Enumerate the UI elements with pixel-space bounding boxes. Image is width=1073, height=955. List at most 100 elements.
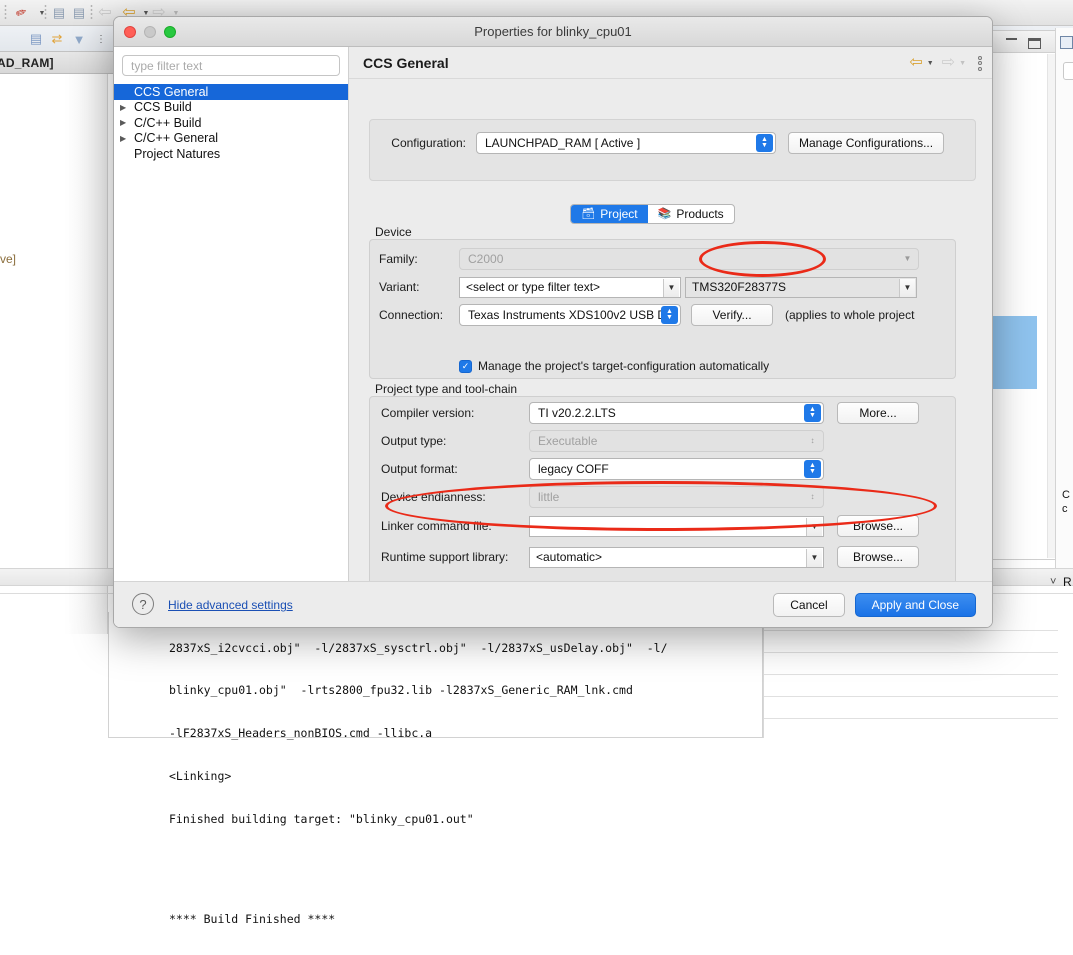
output-format-value: legacy COFF [538,462,609,476]
runtime-browse-button[interactable]: Browse... [837,546,919,568]
tab-products[interactable]: 📚 Products [648,205,734,223]
connection-select[interactable]: Texas Instruments XDS100v2 USB De ▲ ▼ [459,304,681,326]
tree-item-project-natures[interactable]: ▶ Project Natures [114,146,348,162]
close-window-button[interactable] [124,26,136,38]
chevron-down-icon[interactable]: ▼ [663,278,679,297]
ide-far-right-field[interactable] [1063,62,1073,80]
variant-filter-value: <select or type filter text> [466,280,601,294]
compiler-version-value: TI v20.2.2.LTS [538,406,616,420]
minimize-window-button[interactable] [144,26,156,38]
filter-input[interactable]: type filter text [122,55,340,76]
maximize-view-icon[interactable] [1028,38,1041,49]
device-group-title: Device [375,225,412,239]
chevron-updown-icon[interactable]: ▲ ▼ [804,460,821,478]
ide-view-tab-label: AD_RAM] [0,55,54,70]
output-format-label: Output format: [381,462,458,476]
compiler-version-select[interactable]: TI v20.2.2.LTS ▲ ▼ [529,402,824,424]
device-endianness-label: Device endianness: [381,490,486,504]
nav-back-icon[interactable]: ⇦ [909,55,922,71]
more-button[interactable]: More... [837,402,919,424]
linker-command-file-input[interactable]: ▼ [529,515,824,537]
variant-device-select[interactable]: TMS320F28377S ▼ [685,276,917,298]
minimize-view-icon[interactable] [1006,38,1017,40]
page-menu-icon[interactable] [978,55,982,71]
maximize-window-button[interactable] [164,26,176,38]
cancel-button[interactable]: Cancel [773,593,845,617]
chevron-updown-icon[interactable]: ▲ ▼ [756,134,773,152]
view-menu-icon[interactable]: ⋮ [92,30,110,48]
toolchain-group-title: Project type and tool-chain [375,382,518,396]
ide-left-editor-panel: ve] [0,74,108,634]
variant-device-value: TMS320F28377S [692,280,787,294]
configuration-value: LAUNCHPAD_RAM [ Active ] [485,136,641,150]
dialog-footer-buttons: Cancel Apply and Close [773,593,976,617]
variant-filter-input[interactable]: <select or type filter text> ▼ [459,276,681,298]
linker-browse-button[interactable]: Browse... [837,515,919,537]
compiler-version-row: Compiler version: TI v20.2.2.LTS ▲ ▼ More… [381,402,919,424]
settings-tree-pane: type filter text ▶ CCS General ▶ CCS Bui… [114,47,349,627]
filter-icon[interactable]: ▼ [70,30,88,48]
pin-tool-caret-down-icon[interactable]: ▼ [33,4,51,22]
chevron-updown-icon[interactable]: ▲ ▼ [804,404,821,422]
chevron-down-icon[interactable]: ▼ [806,517,822,536]
verify-button[interactable]: Verify... [691,304,773,326]
tab-project[interactable]: 🗃 Project [571,205,648,223]
expand-triangle-icon[interactable]: ▶ [120,134,133,143]
manage-target-config-checkbox-row[interactable]: ✓ Manage the project's target-configurat… [459,359,769,373]
list-view-icon[interactable]: ▤ [70,4,88,22]
expand-triangle-icon[interactable]: ▶ [120,118,133,127]
nav-back-caret-down-icon[interactable]: ▼ [927,60,934,67]
output-type-label: Output type: [381,434,447,448]
console-line: <Linking> [169,769,232,784]
nav-forward-icon[interactable]: ⇨ [942,55,955,71]
output-type-row: Output type: Executable ↕ [381,430,824,452]
window-controls [124,26,176,38]
configuration-label: Configuration: [391,136,466,150]
tree-item-ccs-general[interactable]: ▶ CCS General [114,84,348,100]
expand-triangle-icon[interactable]: ▶ [120,103,133,112]
settings-content-pane: CCS General ⇦ ▼ ⇨ ▼ Configuration: LAUNC… [349,47,992,627]
tab-group: 🗃 Project 📚 Products [570,204,735,224]
collapse-all-icon[interactable]: ▤ [27,30,45,48]
chevron-updown-icon[interactable]: ▲ ▼ [661,306,678,324]
back-small-icon[interactable]: ⇦ [96,4,114,22]
tree-item-label: CCS General [134,84,209,99]
apply-and-close-label: Apply and Close [871,598,959,612]
divider [764,652,1058,653]
new-file-icon[interactable]: ▤ [50,4,68,22]
runtime-browse-label: Browse... [852,550,903,564]
configuration-select[interactable]: LAUNCHPAD_RAM [ Active ] ▲ ▼ [476,132,776,154]
hide-advanced-settings-link[interactable]: Hide advanced settings [168,598,293,612]
tree-item-c-cpp-general[interactable]: ▶ C/C++ General [114,131,348,147]
manage-configurations-button[interactable]: Manage Configurations... [788,132,945,154]
console-output-text: 2837xS_i2cvcci.obj" -l/2837xS_sysctrl.ob… [169,612,668,955]
tree-item-label: CCS Build [134,100,192,115]
linker-command-file-row: Linker command file: ▼ Browse... [381,515,919,537]
help-glyph: ? [139,596,147,612]
link-with-editor-icon[interactable]: ⇄ [48,30,66,48]
runtime-support-library-input[interactable]: <automatic> ▼ [529,546,824,568]
manage-target-config-label: Manage the project's target-configuratio… [478,359,770,373]
ide-perspective-icon[interactable] [1060,36,1073,49]
console-right-table [763,612,1058,738]
chevron-down-icon[interactable]: ▼ [899,278,915,297]
apply-and-close-button[interactable]: Apply and Close [854,593,976,617]
runtime-support-library-label: Runtime support library: [381,550,509,564]
divider [764,696,1058,697]
console-line: blinky_cpu01.obj" -lrts2800_fpu32.lib -l… [169,683,633,698]
nav-forward-caret-down-icon[interactable]: ▼ [959,60,966,67]
tree-item-c-cpp-build[interactable]: ▶ C/C++ Build [114,115,348,131]
chevron-down-icon[interactable]: ▼ [806,548,822,567]
tree-item-ccs-build[interactable]: ▶ CCS Build [114,100,348,116]
console-line: 2837xS_i2cvcci.obj" -l/2837xS_sysctrl.ob… [169,640,668,655]
ide-right-text-line-2: c [1062,503,1068,515]
filter-placeholder: type filter text [131,58,203,73]
device-endianness-value: little [538,490,560,504]
ide-bottom-combo-chevron-down-icon[interactable]: ˅ [1050,576,1056,588]
pin-tool-icon[interactable]: ✏ [12,4,30,22]
checkbox-checked-icon[interactable]: ✓ [459,359,472,373]
project-folder-icon: 🗃 [581,207,596,220]
help-icon[interactable]: ? [132,593,154,615]
output-format-select[interactable]: legacy COFF ▲ ▼ [529,458,824,480]
ide-far-right-panel [1055,28,1073,568]
